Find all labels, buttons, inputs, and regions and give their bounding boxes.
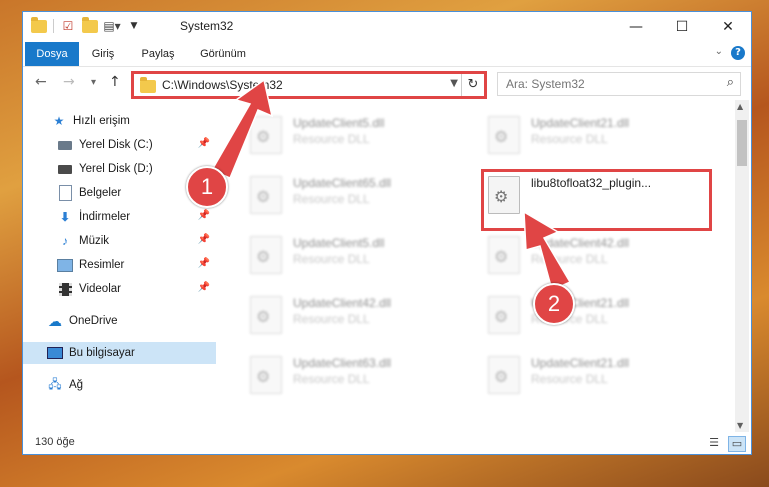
callout-1: 1 (186, 166, 228, 208)
arrow-2 (523, 210, 572, 292)
annotation-arrows (210, 78, 572, 292)
arrow-1 (210, 78, 274, 179)
callout-2: 2 (533, 283, 575, 325)
